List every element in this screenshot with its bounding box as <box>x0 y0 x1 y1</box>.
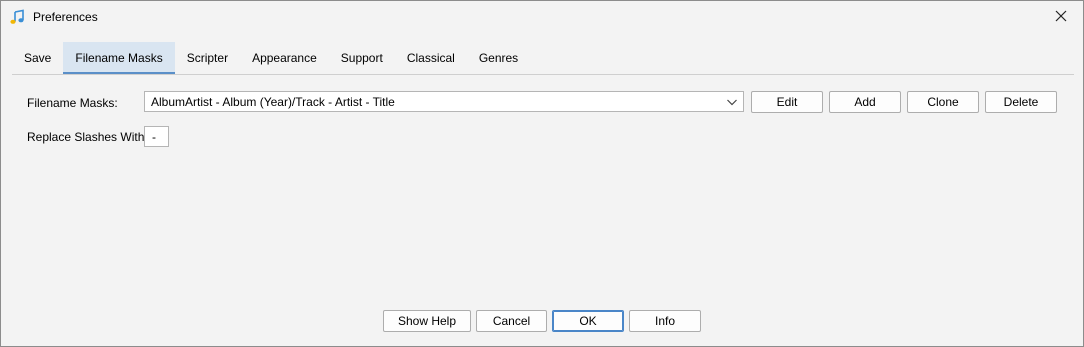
cancel-button[interactable]: Cancel <box>476 310 547 332</box>
filename-mask-dropdown[interactable]: AlbumArtist - Album (Year)/Track - Artis… <box>144 91 744 112</box>
preferences-window: Preferences Save Filename Masks Scripter… <box>0 0 1084 347</box>
chevron-down-icon <box>726 96 738 108</box>
edit-button[interactable]: Edit <box>751 91 823 113</box>
title-bar: Preferences <box>1 1 1083 34</box>
delete-button[interactable]: Delete <box>985 91 1057 113</box>
tab-strip: Save Filename Masks Scripter Appearance … <box>12 42 530 74</box>
replace-slashes-label: Replace Slashes With <box>27 130 145 144</box>
filename-masks-label: Filename Masks: <box>27 96 118 110</box>
tab-divider <box>12 74 1074 75</box>
add-button[interactable]: Add <box>829 91 901 113</box>
music-note-icon <box>9 9 25 25</box>
info-button[interactable]: Info <box>629 310 701 332</box>
tab-genres[interactable]: Genres <box>467 42 530 74</box>
tab-support[interactable]: Support <box>329 42 395 74</box>
close-button[interactable] <box>1039 1 1083 34</box>
replace-slashes-value: - <box>152 130 156 144</box>
tab-scripter[interactable]: Scripter <box>175 42 240 74</box>
tab-appearance[interactable]: Appearance <box>240 42 329 74</box>
tab-filename-masks[interactable]: Filename Masks <box>63 42 175 74</box>
close-icon <box>1055 10 1067 25</box>
clone-button[interactable]: Clone <box>907 91 979 113</box>
filename-mask-value: AlbumArtist - Album (Year)/Track - Artis… <box>151 95 395 109</box>
ok-button[interactable]: OK <box>552 310 624 332</box>
replace-slashes-input[interactable]: - <box>144 126 169 147</box>
show-help-button[interactable]: Show Help <box>383 310 471 332</box>
window-title: Preferences <box>33 10 98 24</box>
tab-classical[interactable]: Classical <box>395 42 467 74</box>
tab-save[interactable]: Save <box>12 42 63 74</box>
